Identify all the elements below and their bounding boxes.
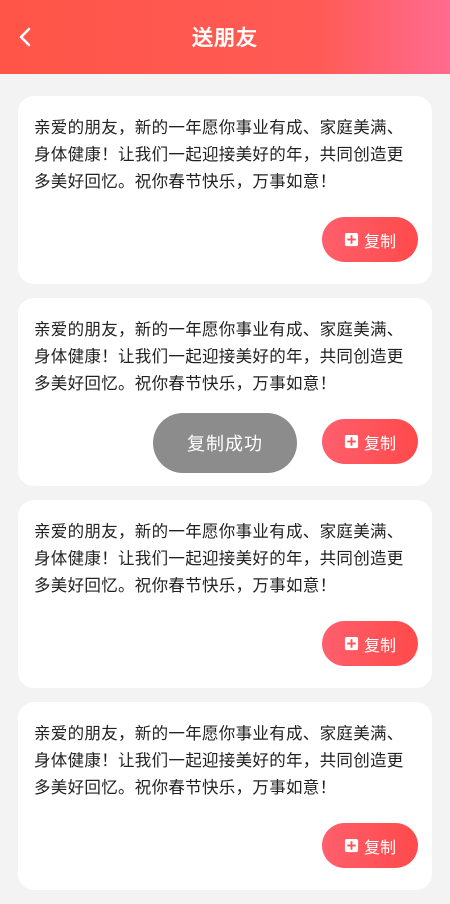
greeting-list: 亲爱的朋友，新的一年愿你事业有成、家庭美满、身体健康！让我们一起迎接美好的年，共… [18,96,432,904]
copy-label: 复制 [363,433,396,453]
chevron-left-icon [19,27,31,47]
greeting-text: 亲爱的朋友，新的一年愿你事业有成、家庭美满、身体健康！让我们一起迎接美好的年，共… [34,724,404,797]
copy-icon [344,838,359,853]
copy-button[interactable]: 复制 [322,419,418,464]
greeting-text: 亲爱的朋友，新的一年愿你事业有成、家庭美满、身体健康！让我们一起迎接美好的年，共… [34,320,404,393]
greeting-card: 亲爱的朋友，新的一年愿你事业有成、家庭美满、身体健康！让我们一起迎接美好的年，共… [18,500,432,688]
page-title: 送朋友 [192,26,258,50]
greeting-card: 亲爱的朋友，新的一年愿你事业有成、家庭美满、身体健康！让我们一起迎接美好的年，共… [18,96,432,284]
copy-label: 复制 [363,837,396,857]
copy-label: 复制 [363,231,396,251]
copy-button[interactable]: 复制 [322,217,418,262]
copy-icon [344,232,359,247]
copy-success-toast: 复制成功 [153,413,297,473]
copy-button[interactable]: 复制 [322,621,418,666]
greeting-text: 亲爱的朋友，新的一年愿你事业有成、家庭美满、身体健康！让我们一起迎接美好的年，共… [34,522,404,595]
greeting-text: 亲爱的朋友，新的一年愿你事业有成、家庭美满、身体健康！让我们一起迎接美好的年，共… [34,118,404,191]
copy-icon [344,434,359,449]
copy-label: 复制 [363,635,396,655]
copy-icon [344,636,359,651]
greeting-card: 亲爱的朋友，新的一年愿你事业有成、家庭美满、身体健康！让我们一起迎接美好的年，共… [18,702,432,890]
back-button[interactable] [10,22,40,52]
app-header: 送朋友 [0,0,450,74]
copy-button[interactable]: 复制 [322,823,418,868]
